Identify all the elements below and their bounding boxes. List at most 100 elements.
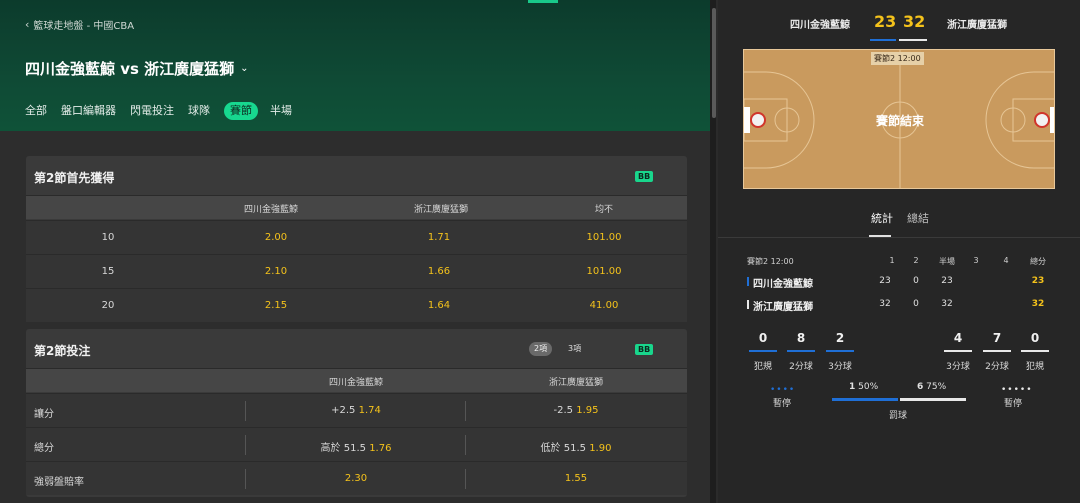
total-line: 高於 51.5 — [320, 443, 366, 454]
odds-value: 1.76 — [369, 443, 392, 454]
timeout-label: 暫停 — [773, 399, 792, 409]
stat-cell: 32 — [879, 299, 891, 309]
away-color-bar — [747, 300, 749, 309]
away-3pt-value: 4 — [953, 331, 963, 345]
odds-button[interactable]: 2.30 — [316, 473, 396, 484]
tab-half[interactable]: 半場 — [270, 102, 292, 120]
away-team-name: 浙江廣廈猛獅 — [947, 20, 1007, 31]
market-panel: ‹ 籃球走地盤 - 中國CBA 四川金強藍鯨 vs 浙江廣廈猛獅 ⌄ 全部 盤口… — [0, 0, 712, 503]
odds-button[interactable]: 1.71 — [399, 232, 479, 243]
divider — [465, 435, 466, 455]
tab-bet-builder[interactable]: 盤口編輯器 — [61, 102, 116, 120]
away-ft-pct: 75% — [926, 382, 947, 392]
column-header: 浙江廣廈猛獅 — [548, 378, 603, 388]
away-team-name: 浙江廣廈猛獅 — [753, 302, 813, 313]
quarter-status: 賽節結束 — [875, 114, 924, 128]
odds-value: 1.90 — [589, 443, 612, 454]
handicap-line: +2.5 — [331, 405, 356, 416]
divider — [245, 469, 246, 489]
stat-label: 3分球 — [828, 362, 852, 372]
odds-button[interactable]: 2.15 — [236, 300, 316, 311]
stat-label: 犯規 — [753, 362, 772, 372]
period-clock: 賽節2 12:00 — [747, 257, 794, 266]
away-fouls-value: 0 — [1030, 331, 1040, 345]
top-accent-bar — [528, 0, 558, 3]
row-label: 強弱盤賠率 — [34, 477, 84, 488]
divider — [718, 237, 1080, 238]
tab-summary[interactable]: 總結 — [907, 210, 929, 226]
home-score: 23 — [874, 12, 897, 31]
odds-button[interactable]: 101.00 — [564, 232, 644, 243]
total-line: 低於 51.5 — [540, 443, 586, 454]
odds-button[interactable]: 41.00 — [564, 300, 644, 311]
bb-badge: BB — [635, 344, 654, 355]
stat-label: 3分球 — [946, 362, 970, 372]
odds-button[interactable]: 101.00 — [564, 266, 644, 277]
market-header-row: 四川金強藍鯨 浙江廣廈猛獅 均不 — [26, 195, 687, 219]
odds-button[interactable]: 2.10 — [236, 266, 316, 277]
divider — [245, 435, 246, 455]
home-ft-bar — [832, 398, 898, 401]
divider — [245, 401, 246, 421]
two-way-pill[interactable]: 2項 — [529, 342, 553, 356]
column-header: 4 — [1003, 256, 1009, 265]
stat-underline — [1021, 350, 1049, 352]
timeout-label: 暫停 — [1004, 399, 1023, 409]
stat-total: 23 — [1031, 276, 1045, 286]
stat-total: 32 — [1031, 299, 1045, 309]
away-timeout-dots: ••••• — [1001, 385, 1033, 395]
breadcrumb-label[interactable]: 籃球走地盤 - 中國CBA — [33, 17, 134, 32]
column-header: 3 — [973, 256, 979, 265]
table-row: 讓分 +2.5 1.74 -2.5 1.95 — [26, 393, 687, 427]
tab-quarters[interactable]: 賽節 — [224, 102, 258, 120]
row-label: 10 — [101, 232, 115, 243]
market-title[interactable]: 第2節首先獲得 — [34, 169, 114, 186]
scrollbar-thumb[interactable] — [712, 8, 716, 118]
stat-underline — [826, 350, 854, 352]
odds-button[interactable]: -2.5 1.95 — [506, 405, 646, 416]
row-label: 15 — [101, 266, 115, 277]
odds-button[interactable]: 1.55 — [536, 473, 616, 484]
odds-button[interactable]: 1.66 — [399, 266, 479, 277]
home-fouls-value: 0 — [758, 331, 768, 345]
stat-cell: 23 — [879, 276, 891, 286]
stat-label: 犯規 — [1025, 362, 1044, 372]
home-team-name: 四川金強藍鯨 — [753, 279, 813, 290]
tab-teams[interactable]: 球隊 — [188, 102, 210, 120]
market-title[interactable]: 第2節投注 — [34, 342, 90, 359]
odds-button[interactable]: 2.00 — [236, 232, 316, 243]
tab-stats[interactable]: 統計 — [871, 210, 893, 226]
away-2pt-value: 7 — [992, 331, 1002, 345]
bb-badge: BB — [635, 171, 654, 182]
tab-all[interactable]: 全部 — [25, 102, 47, 120]
odds-button[interactable]: 1.64 — [399, 300, 479, 311]
breadcrumb[interactable]: ‹ 籃球走地盤 - 中國CBA — [25, 17, 134, 32]
match-title-label: 四川金強藍鯨 vs 浙江廣廈猛獅 — [25, 60, 235, 78]
tab-flash-bet[interactable]: 閃電投注 — [130, 102, 174, 120]
away-score: 32 — [903, 12, 926, 31]
home-free-throw: 1 50% — [849, 382, 878, 392]
home-ft-made: 1 — [849, 382, 856, 392]
three-way-pill[interactable]: 3項 — [563, 342, 586, 356]
odds-button[interactable]: 低於 51.5 1.90 — [506, 439, 646, 454]
stat-cell: 23 — [941, 276, 953, 286]
odds-button[interactable]: +2.5 1.74 — [286, 405, 426, 416]
quarter-clock-tag: 賽節2 12:00 — [871, 52, 924, 65]
odds-value: 1.95 — [576, 405, 599, 416]
free-throw-label: 罰球 — [889, 411, 908, 421]
market-card-first-to: 第2節首先獲得 BB 四川金強藍鯨 浙江廣廈猛獅 均不 10 2.00 1.71… — [26, 156, 687, 322]
home-2pt-value: 8 — [796, 331, 806, 345]
handicap-line: -2.5 — [553, 405, 574, 416]
row-label: 讓分 — [34, 409, 54, 420]
stat-label: 2分球 — [985, 362, 1009, 372]
row-label: 20 — [101, 300, 115, 311]
home-color-bar — [747, 277, 749, 286]
home-score-underline — [870, 39, 896, 41]
stat-underline — [787, 350, 815, 352]
chevron-down-icon[interactable]: ⌄ — [240, 63, 248, 74]
stat-cell: 0 — [913, 276, 919, 286]
row-label: 總分 — [34, 443, 54, 454]
chevron-left-icon[interactable]: ‹ — [25, 18, 29, 31]
odds-button[interactable]: 高於 51.5 1.76 — [286, 439, 426, 454]
match-title[interactable]: 四川金強藍鯨 vs 浙江廣廈猛獅 ⌄ — [25, 58, 249, 79]
